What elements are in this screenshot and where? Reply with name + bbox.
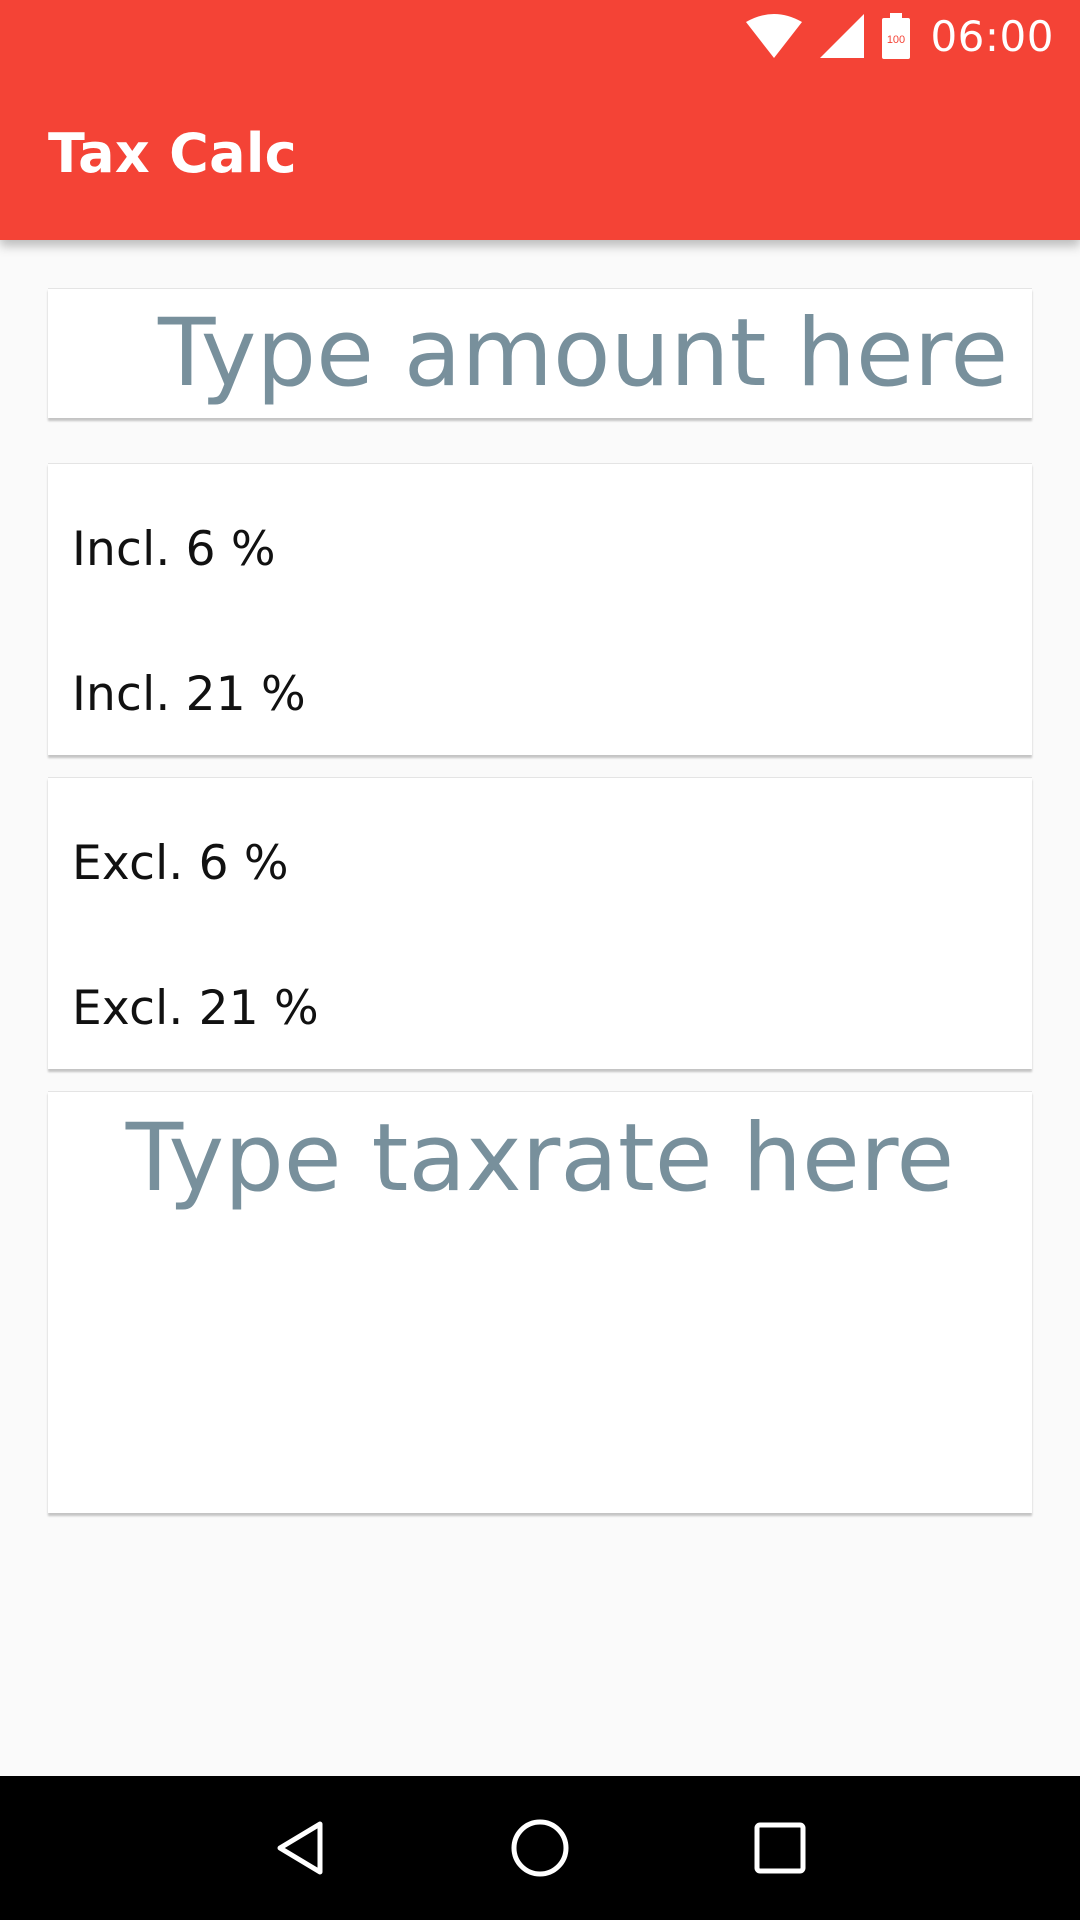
amount-card: Type amount here <box>48 288 1032 418</box>
home-icon[interactable] <box>490 1798 590 1898</box>
incl-card: Incl. 6 % Incl. 21 % <box>48 463 1032 755</box>
navigation-bar <box>0 1776 1080 1920</box>
excl-card: Excl. 6 % Excl. 21 % <box>48 777 1032 1069</box>
cell-signal-icon <box>820 14 865 58</box>
list-item-incl-6[interactable]: Incl. 6 % <box>72 522 276 577</box>
taxrate-input[interactable]: Type taxrate here <box>48 1112 1032 1206</box>
status-time: 06:00 <box>930 11 1054 61</box>
recents-icon[interactable] <box>730 1798 830 1898</box>
status-bar: 100 06:00 <box>0 0 1080 72</box>
app-bar: 100 06:00 Tax Calc <box>0 0 1080 240</box>
amount-input[interactable]: Type amount here <box>156 291 1008 416</box>
page-title: Tax Calc <box>48 122 297 185</box>
amount-placeholder: Type amount here <box>158 298 1009 408</box>
screen: 100 06:00 Tax Calc Type amount here Incl… <box>0 0 1080 1920</box>
wifi-icon <box>746 14 803 58</box>
battery-level: 100 <box>887 34 905 46</box>
list-item-incl-21[interactable]: Incl. 21 % <box>72 667 306 722</box>
back-icon[interactable] <box>250 1798 350 1898</box>
battery-icon: 100 <box>882 13 911 59</box>
list-item-excl-21[interactable]: Excl. 21 % <box>72 981 319 1036</box>
taxrate-placeholder: Type taxrate here <box>125 1104 955 1213</box>
taxrate-card: Type taxrate here <box>48 1091 1032 1513</box>
list-item-excl-6[interactable]: Excl. 6 % <box>72 836 289 891</box>
